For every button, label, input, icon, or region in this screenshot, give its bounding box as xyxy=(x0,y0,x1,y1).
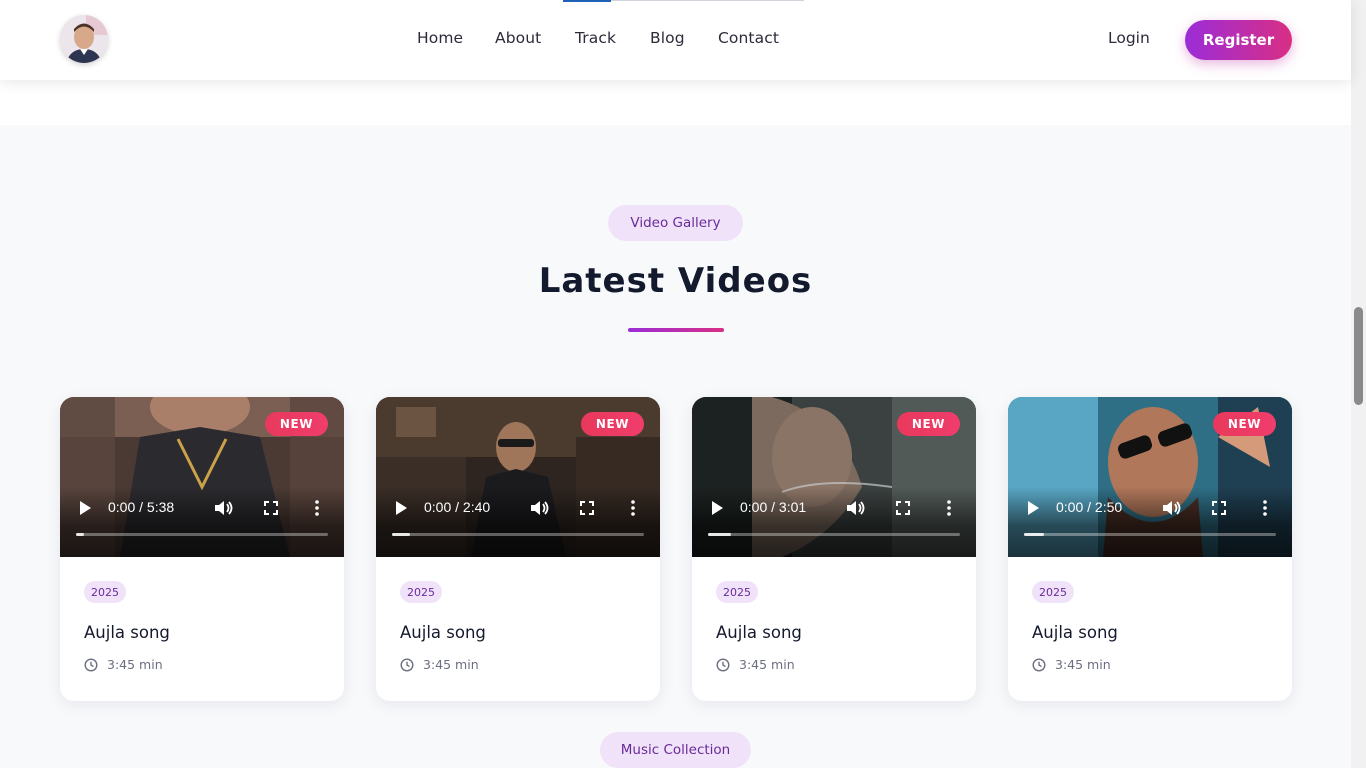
video-time: 0:00 / 2:50 xyxy=(1056,499,1123,515)
fullscreen-icon[interactable] xyxy=(580,501,594,515)
nav-active-indicator xyxy=(563,0,611,2)
duration-text: 3:45 min xyxy=(739,657,795,672)
clock-icon xyxy=(400,657,414,672)
duration-row: 3:45 min xyxy=(84,657,163,672)
nav-about[interactable]: About xyxy=(495,29,541,47)
new-badge: NEW xyxy=(265,412,328,436)
video-progress[interactable] xyxy=(392,533,644,536)
new-badge: NEW xyxy=(897,412,960,436)
new-badge: NEW xyxy=(1213,412,1276,436)
video-player[interactable]: 0:00 / 5:38 NEW xyxy=(60,397,344,557)
video-player[interactable]: 0:00 / 2:50 NEW xyxy=(1008,397,1292,557)
volume-icon[interactable] xyxy=(214,500,234,516)
video-controls-overlay xyxy=(60,487,344,557)
register-button[interactable]: Register xyxy=(1185,20,1292,60)
site-header: Home About Track Blog Contact Login Regi… xyxy=(0,0,1351,80)
video-card: 0:00 / 5:38 NEW 2025 Aujla song 3:45 min xyxy=(60,397,344,701)
play-icon[interactable] xyxy=(78,500,92,516)
video-progress[interactable] xyxy=(1024,533,1276,536)
video-controls-overlay xyxy=(692,487,976,557)
progress-fill xyxy=(76,533,84,536)
play-icon[interactable] xyxy=(710,500,724,516)
section-tag-music: Music Collection xyxy=(600,732,751,768)
video-controls-overlay xyxy=(376,487,660,557)
year-badge: 2025 xyxy=(84,581,126,603)
year-badge: 2025 xyxy=(400,581,442,603)
volume-icon[interactable] xyxy=(530,500,550,516)
new-badge: NEW xyxy=(581,412,644,436)
duration-text: 3:45 min xyxy=(107,657,163,672)
fullscreen-icon[interactable] xyxy=(896,501,910,515)
video-time: 0:00 / 3:01 xyxy=(740,499,807,515)
login-link[interactable]: Login xyxy=(1108,29,1150,47)
section-title: Latest Videos xyxy=(538,261,813,301)
play-icon[interactable] xyxy=(394,500,408,516)
scrollbar-thumb[interactable] xyxy=(1354,307,1363,405)
play-icon[interactable] xyxy=(1026,500,1040,516)
video-card: 0:00 / 3:01 NEW 2025 Aujla song 3:45 min xyxy=(692,397,976,701)
video-progress[interactable] xyxy=(76,533,328,536)
song-title[interactable]: Aujla song xyxy=(400,623,486,642)
more-vertical-icon[interactable] xyxy=(946,500,952,516)
more-vertical-icon[interactable] xyxy=(314,500,320,516)
video-player[interactable]: 0:00 / 2:40 NEW xyxy=(376,397,660,557)
song-title[interactable]: Aujla song xyxy=(716,623,802,642)
section-tag: Video Gallery xyxy=(608,205,743,241)
fullscreen-icon[interactable] xyxy=(1212,501,1226,515)
duration-row: 3:45 min xyxy=(1032,657,1111,672)
title-underline xyxy=(628,328,724,332)
progress-fill xyxy=(708,533,731,536)
video-time: 0:00 / 5:38 xyxy=(108,499,175,515)
more-vertical-icon[interactable] xyxy=(630,500,636,516)
nav-track[interactable]: Track xyxy=(575,29,616,47)
header-spacer xyxy=(0,80,1351,125)
year-badge: 2025 xyxy=(716,581,758,603)
song-title[interactable]: Aujla song xyxy=(1032,623,1118,642)
fullscreen-icon[interactable] xyxy=(264,501,278,515)
clock-icon xyxy=(84,657,98,672)
page-scrollbar[interactable] xyxy=(1351,0,1366,768)
nav-divider xyxy=(611,0,804,1)
progress-fill xyxy=(1024,533,1045,536)
song-title[interactable]: Aujla song xyxy=(84,623,170,642)
video-card: 0:00 / 2:40 NEW 2025 Aujla song 3:45 min xyxy=(376,397,660,701)
duration-text: 3:45 min xyxy=(1055,657,1111,672)
video-player[interactable]: 0:00 / 3:01 NEW xyxy=(692,397,976,557)
more-vertical-icon[interactable] xyxy=(1262,500,1268,516)
video-progress[interactable] xyxy=(708,533,960,536)
video-card: 0:00 / 2:50 NEW 2025 Aujla song 3:45 min xyxy=(1008,397,1292,701)
nav-contact[interactable]: Contact xyxy=(718,29,779,47)
video-time: 0:00 / 2:40 xyxy=(424,499,491,515)
year-badge: 2025 xyxy=(1032,581,1074,603)
nav-home[interactable]: Home xyxy=(417,29,463,47)
nav-blog[interactable]: Blog xyxy=(650,29,685,47)
volume-icon[interactable] xyxy=(846,500,866,516)
duration-row: 3:45 min xyxy=(400,657,479,672)
duration-row: 3:45 min xyxy=(716,657,795,672)
video-controls-overlay xyxy=(1008,487,1292,557)
clock-icon xyxy=(1032,657,1046,672)
volume-icon[interactable] xyxy=(1162,500,1182,516)
progress-fill xyxy=(392,533,410,536)
duration-text: 3:45 min xyxy=(423,657,479,672)
clock-icon xyxy=(716,657,730,672)
